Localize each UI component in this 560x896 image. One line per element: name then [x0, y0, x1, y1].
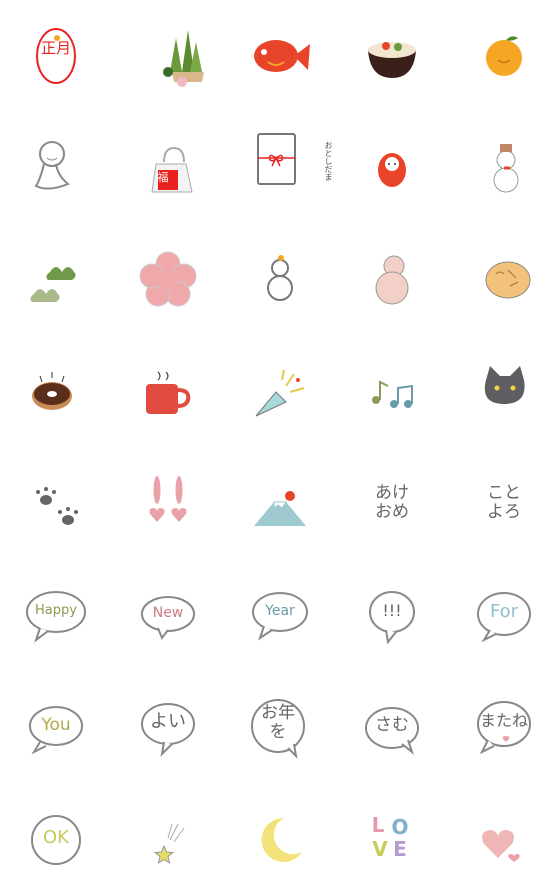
ghost-character[interactable]: [0, 112, 112, 224]
coffee-mug[interactable]: [112, 336, 224, 448]
cat-face-icon: [484, 366, 525, 404]
sea-bream[interactable]: [224, 0, 336, 112]
matane-text: またね: [479, 711, 528, 730]
sleeping-cat[interactable]: [448, 224, 560, 336]
lucky-bag[interactable]: 福: [112, 112, 224, 224]
otoshio-text: お年 を: [261, 703, 295, 742]
kotoyoro-text: こと よろ: [487, 483, 521, 522]
ok-bubble[interactable]: OK: [0, 784, 112, 896]
moon-icon: [261, 817, 302, 862]
year-text: Year: [265, 603, 295, 619]
kotoyoro-text-sticker[interactable]: こと よろ: [448, 448, 560, 560]
akeome-text: あけ おめ: [375, 483, 409, 522]
mug-icon: [146, 371, 191, 414]
ok-text: OK: [43, 827, 69, 848]
mountain-icon: [254, 491, 306, 526]
kadomatsu[interactable]: [112, 0, 224, 112]
pine-icon: [30, 267, 76, 302]
new-bubble[interactable]: New: [112, 560, 224, 672]
kagami-mochi[interactable]: [224, 224, 336, 336]
yoi-text: よい: [150, 711, 186, 732]
exclaim-bubble[interactable]: !!!: [336, 560, 448, 672]
soup-bowl-icon: [368, 42, 416, 78]
shogatsu-stamp[interactable]: 正月: [0, 0, 112, 112]
crescent-moon[interactable]: [224, 784, 336, 896]
yoi-bubble[interactable]: よい: [112, 672, 224, 784]
you-text: You: [41, 715, 71, 735]
exclaim-text: !!!: [382, 601, 402, 620]
heart-icon: [149, 476, 187, 522]
heart-icon: [482, 830, 520, 862]
ozoni-bowl[interactable]: [336, 0, 448, 112]
love-letters[interactable]: L O V E: [336, 784, 448, 896]
mochi-icon: [267, 255, 293, 301]
tai-fish-icon: [254, 40, 310, 72]
paw-prints[interactable]: [0, 448, 112, 560]
paw-icon: [36, 487, 78, 525]
bunny-ears-hearts[interactable]: [112, 448, 224, 560]
happy-text: Happy: [35, 603, 77, 618]
orange-icon: [486, 36, 522, 76]
music-notes[interactable]: [336, 336, 448, 448]
shogatsu-text: 正月: [40, 39, 71, 57]
you-bubble[interactable]: You: [0, 672, 112, 784]
pink-hearts[interactable]: [448, 784, 560, 896]
music-note-icon: [372, 380, 413, 408]
snowman-icon: [493, 144, 519, 193]
kadomatsu-icon: [163, 30, 204, 87]
fuku-text: 福: [157, 171, 169, 184]
daruma[interactable]: [336, 112, 448, 224]
chocolate-donut[interactable]: [0, 336, 112, 448]
emoji-sheet: 正月 福 おとしだま あけ おめ こと よろ Happy New Year !!…: [0, 0, 560, 896]
shooting-star[interactable]: [112, 784, 224, 896]
gourd-icon: [375, 255, 409, 305]
star-icon: [153, 823, 185, 865]
cat-icon: [485, 261, 531, 299]
love-e: E: [393, 837, 407, 861]
party-popper-icon: [255, 369, 305, 417]
matane-bubble[interactable]: またね: [448, 672, 560, 784]
otoshidama-text: おとしだま: [324, 141, 333, 181]
shopping-bag-icon: [151, 146, 193, 193]
ghost-icon: [34, 141, 70, 190]
new-text: New: [152, 605, 184, 621]
gourd[interactable]: [336, 224, 448, 336]
flower-icon: [139, 251, 197, 307]
daruma-icon: [378, 153, 406, 187]
donut-icon: [32, 372, 72, 410]
mikan[interactable]: [448, 0, 560, 112]
gray-cat-face[interactable]: [448, 336, 560, 448]
otoshio-bubble[interactable]: お年 を: [224, 672, 336, 784]
for-text: For: [489, 601, 519, 622]
for-bubble[interactable]: For: [448, 560, 560, 672]
party-popper[interactable]: [224, 336, 336, 448]
akeome-text-sticker[interactable]: あけ おめ: [336, 448, 448, 560]
samu-text: さむ: [375, 715, 409, 735]
samu-bubble[interactable]: さむ: [336, 672, 448, 784]
year-bubble[interactable]: Year: [224, 560, 336, 672]
pine-bushes[interactable]: [0, 224, 112, 336]
happy-bubble[interactable]: Happy: [0, 560, 112, 672]
mount-fuji[interactable]: [224, 448, 336, 560]
plum-blossom[interactable]: [112, 224, 224, 336]
otoshidama-envelope[interactable]: おとしだま: [224, 112, 336, 224]
snowman-hat[interactable]: [448, 112, 560, 224]
love-o: O: [391, 815, 409, 839]
